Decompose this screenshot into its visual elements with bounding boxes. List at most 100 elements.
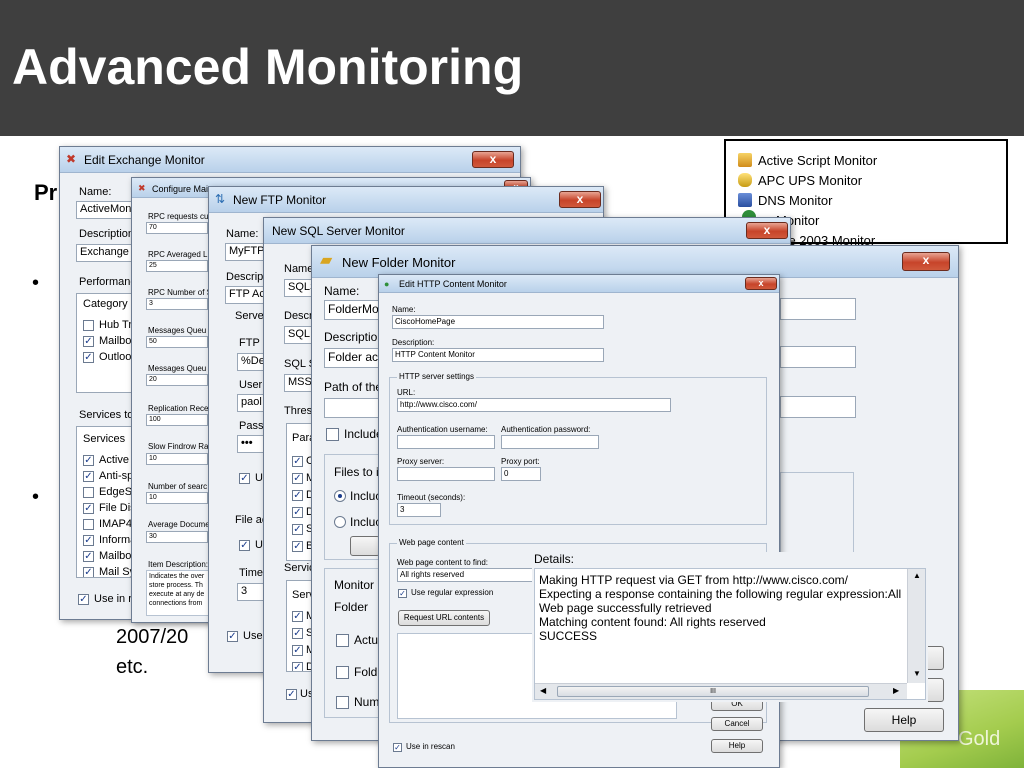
service-checkbox-1[interactable]: ✓ [292,611,303,622]
name-label: Name: [324,284,360,298]
service-checkbox-6[interactable]: ✓ [83,535,94,546]
sql-server-input[interactable]: MSSC [284,374,314,392]
param-checkbox-1[interactable]: ✓ [292,456,303,467]
threshold-input-1[interactable]: 70 [146,222,208,234]
folder-field-2[interactable] [780,346,856,368]
path-input[interactable] [324,398,380,418]
request-url-contents-button[interactable]: Request URL contents [398,610,490,626]
details-panel: Details: Making HTTP request via GET fro… [532,552,928,702]
name-input[interactable]: FolderMon [324,300,380,320]
browse-button[interactable] [350,536,380,556]
item-description-line-2: store process. Th [149,582,203,589]
regex-checkbox[interactable]: ✓ [398,589,407,598]
scroll-left-icon[interactable]: ◀ [540,686,546,695]
close-button[interactable]: x [745,277,777,290]
threshold-input-3[interactable]: 3 [146,298,208,310]
close-button[interactable]: x [472,151,514,168]
service-checkbox-5[interactable] [83,519,94,530]
use-in-rescan-label: Use in rescan [406,742,455,751]
monitor-type-dns[interactable]: DNS Monitor [738,193,832,208]
actual-size-checkbox[interactable] [336,634,349,647]
use-in-rescan-checkbox[interactable]: ✓ [393,743,402,752]
service-checkbox-7[interactable]: ✓ [83,551,94,562]
service-label: Servic [284,562,315,574]
ftp-icon: ⇅ [215,192,226,206]
service-checkbox-4[interactable]: ✓ [83,503,94,514]
timeout-input[interactable]: 3 [397,503,441,517]
content-to-find-input[interactable]: All rights reserved [397,568,533,582]
threshold-input-4[interactable]: 50 [146,336,208,348]
use-in-rescan-checkbox[interactable]: ✓ [78,594,89,605]
threshold-label-6: Replication Rece [148,404,209,413]
services-header: Services [83,433,126,445]
service-checkbox-2[interactable]: ✓ [83,471,94,482]
service-label-5: IMAP4 [99,518,133,530]
proxy-port-input[interactable]: 0 [501,467,541,481]
service-checkbox-8[interactable]: ✓ [83,567,94,577]
param-checkbox-5[interactable]: ✓ [292,524,303,535]
threshold-input-6[interactable]: 100 [146,414,208,426]
help-button[interactable]: Help [864,708,944,732]
service-checkbox-4[interactable]: ✓ [292,662,303,671]
monitor-type-apc-ups[interactable]: APC UPS Monitor [738,173,862,188]
param-checkbox-4[interactable]: ✓ [292,507,303,518]
description-input[interactable]: SQL S [284,326,314,344]
service-label-1: Active [99,454,129,466]
service-checkbox-3[interactable] [83,487,94,498]
threshold-input-9[interactable]: 30 [146,531,208,543]
description-label: Descript [226,271,267,283]
proxy-server-input[interactable] [397,467,495,481]
category-checkbox-3[interactable]: ✓ [83,352,94,363]
include-radio-2[interactable] [334,516,346,528]
category-checkbox-2[interactable]: ✓ [83,336,94,347]
url-input[interactable]: http://www.cisco.com/ [397,398,671,412]
category-checkbox-1[interactable] [83,320,94,331]
service-checkbox-1[interactable]: ✓ [83,455,94,466]
close-button[interactable]: x [559,191,601,208]
cancel-button[interactable]: Cancel [711,717,763,731]
monitor-type-active-script[interactable]: Active Script Monitor [738,153,877,168]
auth-username-input[interactable] [397,435,495,449]
auth-username-label: Authentication username: [397,425,488,434]
file-use-checkbox[interactable]: ✓ [239,540,250,551]
threshold-input-5[interactable]: 20 [146,374,208,386]
description-input[interactable]: Folder act [324,348,380,368]
auth-password-input[interactable] [501,435,599,449]
include-checkbox[interactable] [326,428,339,441]
item-description-line-4: connections from [149,600,203,607]
use-in-rescan-checkbox[interactable]: ✓ [286,689,297,700]
use-checkbox[interactable]: ✓ [239,473,250,484]
folder-size-checkbox[interactable] [336,666,349,679]
horizontal-scrollbar[interactable]: ◀ III ▶ [535,683,907,699]
scroll-up-icon[interactable]: ▲ [913,571,921,580]
scroll-thumb[interactable]: III [557,686,869,697]
service-label-7: Mailbo [99,550,132,562]
scroll-down-icon[interactable]: ▼ [913,669,921,678]
number-files-checkbox[interactable] [336,696,349,709]
threshold-input-8[interactable]: 10 [146,492,208,504]
vertical-scrollbar[interactable]: ▲ ▼ [907,569,925,683]
close-button[interactable]: x [746,222,788,239]
service-checkbox-3[interactable]: ✓ [292,645,303,656]
name-input[interactable]: CiscoHomePage [392,315,604,329]
threshold-input-7[interactable]: 10 [146,453,208,465]
name-input[interactable]: ActiveMonit [76,201,136,219]
name-input[interactable]: SQLS [284,279,314,297]
category-list: Category Hub Tr ✓ Mailbo ✓ Outloo [76,293,138,393]
service-label-8: Mail Sy [99,566,136,578]
service-checkbox-2[interactable]: ✓ [292,628,303,639]
include-radio-1[interactable] [334,490,346,502]
param-checkbox-2[interactable]: ✓ [292,473,303,484]
file-use-label: U [255,539,263,551]
description-input[interactable]: HTTP Content Monitor [392,348,604,362]
threshold-input-2[interactable]: 25 [146,260,208,272]
param-checkbox-3[interactable]: ✓ [292,490,303,501]
use-in-rescan-checkbox[interactable]: ✓ [227,631,238,642]
help-button[interactable]: Help [711,739,763,753]
description-input[interactable]: Exchange a [76,244,136,262]
folder-field-3[interactable] [780,396,856,418]
folder-field-1[interactable] [780,298,856,320]
close-button[interactable]: x [902,252,950,271]
param-checkbox-6[interactable]: ✓ [292,541,303,552]
scroll-right-icon[interactable]: ▶ [893,686,899,695]
